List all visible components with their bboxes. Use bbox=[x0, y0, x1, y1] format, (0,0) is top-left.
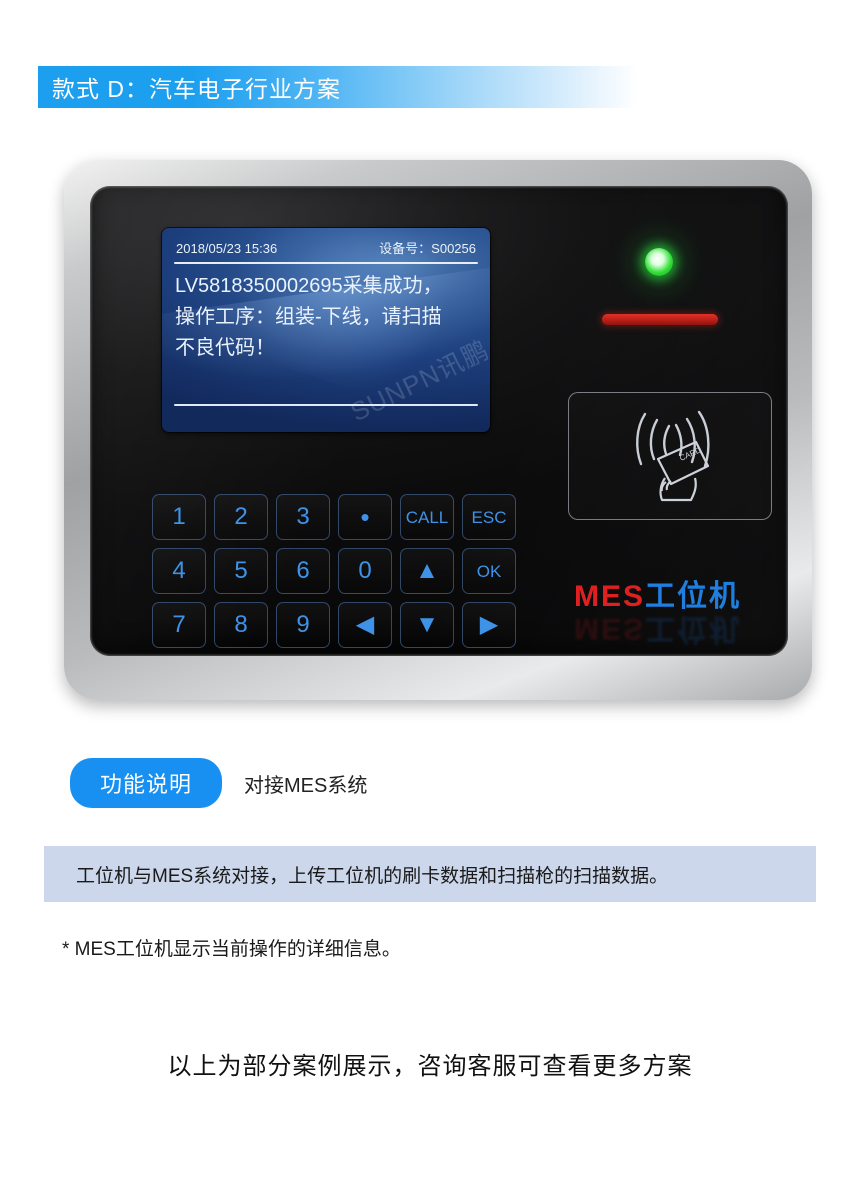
keypad: 1 2 3 • CALL ESC 4 5 6 0 ▲ OK 7 8 9 ◀ ▼ ▶ bbox=[152, 494, 516, 648]
key-esc-label: ESC bbox=[471, 507, 507, 527]
brand-suffix: 工位机 bbox=[645, 580, 742, 613]
lcd-message-line-1: LV5818350002695采集成功， bbox=[175, 275, 443, 297]
rfid-reader-zone[interactable]: CARD bbox=[568, 392, 772, 520]
key-dot-label: • bbox=[360, 502, 370, 532]
key-3[interactable]: 3 bbox=[276, 494, 330, 540]
lcd-screen: 2018/05/23 15:36 设备号：S00256 LV5818350002… bbox=[162, 228, 490, 432]
key-1-label: 1 bbox=[172, 503, 186, 530]
section-header-bar: 款式 D：汽车电子行业方案 bbox=[38, 66, 638, 108]
key-arrow-left[interactable]: ◀ bbox=[338, 602, 392, 648]
key-arrow-left-label: ◀ bbox=[355, 611, 375, 638]
key-2[interactable]: 2 bbox=[214, 494, 268, 540]
brand-prefix: MES bbox=[574, 580, 646, 613]
key-4[interactable]: 4 bbox=[152, 548, 206, 594]
brand-prefix-reflection: MES bbox=[574, 612, 646, 645]
lcd-device-number: 设备号：S00256 bbox=[379, 241, 476, 256]
key-3-label: 3 bbox=[296, 503, 310, 530]
key-esc[interactable]: ESC bbox=[462, 494, 516, 540]
brand-label: MES工位机 bbox=[574, 571, 741, 615]
page-title: 款式 D：汽车电子行业方案 bbox=[52, 76, 341, 102]
key-6[interactable]: 6 bbox=[276, 548, 330, 594]
key-9[interactable]: 9 bbox=[276, 602, 330, 648]
key-call[interactable]: CALL bbox=[400, 494, 454, 540]
key-6-label: 6 bbox=[296, 557, 310, 584]
key-dot[interactable]: • bbox=[338, 494, 392, 540]
scanner-light-strip bbox=[602, 314, 718, 325]
brand-suffix-reflection: 工位机 bbox=[645, 612, 742, 645]
info-box: 工位机与MES系统对接，上传工位机的刷卡数据和扫描枪的扫描数据。 bbox=[44, 846, 816, 902]
key-arrow-right-label: ▶ bbox=[479, 611, 499, 638]
footer-text: 以上为部分案例展示，咨询客服可查看更多方案 bbox=[167, 1053, 693, 1080]
key-arrow-right[interactable]: ▶ bbox=[462, 602, 516, 648]
key-ok[interactable]: OK bbox=[462, 548, 516, 594]
key-9-label: 9 bbox=[296, 611, 310, 638]
key-0-label: 0 bbox=[358, 557, 372, 584]
key-8[interactable]: 8 bbox=[214, 602, 268, 648]
device-front-panel: 2018/05/23 15:36 设备号：S00256 LV5818350002… bbox=[90, 186, 788, 656]
key-1[interactable]: 1 bbox=[152, 494, 206, 540]
lcd-message-area: LV5818350002695采集成功， 操作工序：组装-下线，请扫描 不良代码… bbox=[174, 264, 478, 364]
lcd-message-line-2: 操作工序：组装-下线，请扫描 bbox=[175, 306, 442, 328]
lcd-message-line-3: 不良代码！ bbox=[175, 337, 275, 359]
key-7[interactable]: 7 bbox=[152, 602, 206, 648]
key-7-label: 7 bbox=[172, 611, 186, 638]
key-ok-label: OK bbox=[476, 561, 502, 581]
rfid-wave-card-icon: CARD bbox=[636, 410, 710, 502]
function-summary: 对接MES系统 bbox=[244, 774, 368, 797]
lcd-datetime: 2018/05/23 15:36 bbox=[176, 241, 278, 256]
key-2-label: 2 bbox=[234, 503, 248, 530]
key-call-label: CALL bbox=[405, 507, 449, 527]
brand-label-reflection: MES工位机 bbox=[574, 610, 741, 654]
lcd-bottom-divider bbox=[174, 404, 478, 406]
key-8-label: 8 bbox=[234, 611, 248, 638]
mes-terminal-device: 2018/05/23 15:36 设备号：S00256 LV5818350002… bbox=[64, 160, 812, 700]
key-4-label: 4 bbox=[172, 557, 186, 584]
lcd-status-bar: 2018/05/23 15:36 设备号：S00256 bbox=[174, 236, 478, 257]
key-arrow-down[interactable]: ▼ bbox=[400, 602, 454, 648]
note-text: * MES工位机显示当前操作的详细信息。 bbox=[62, 939, 401, 960]
function-badge: 功能说明 bbox=[70, 758, 223, 808]
key-5[interactable]: 5 bbox=[214, 548, 268, 594]
key-0[interactable]: 0 bbox=[338, 548, 392, 594]
key-arrow-up-label: ▲ bbox=[415, 557, 439, 584]
status-led-indicator bbox=[645, 248, 673, 276]
key-5-label: 5 bbox=[234, 557, 248, 584]
function-description-row: 功能说明 对接MES系统 bbox=[70, 758, 367, 808]
key-arrow-up[interactable]: ▲ bbox=[400, 548, 454, 594]
key-arrow-down-label: ▼ bbox=[415, 611, 439, 638]
info-box-text: 工位机与MES系统对接，上传工位机的刷卡数据和扫描枪的扫描数据。 bbox=[76, 865, 669, 887]
